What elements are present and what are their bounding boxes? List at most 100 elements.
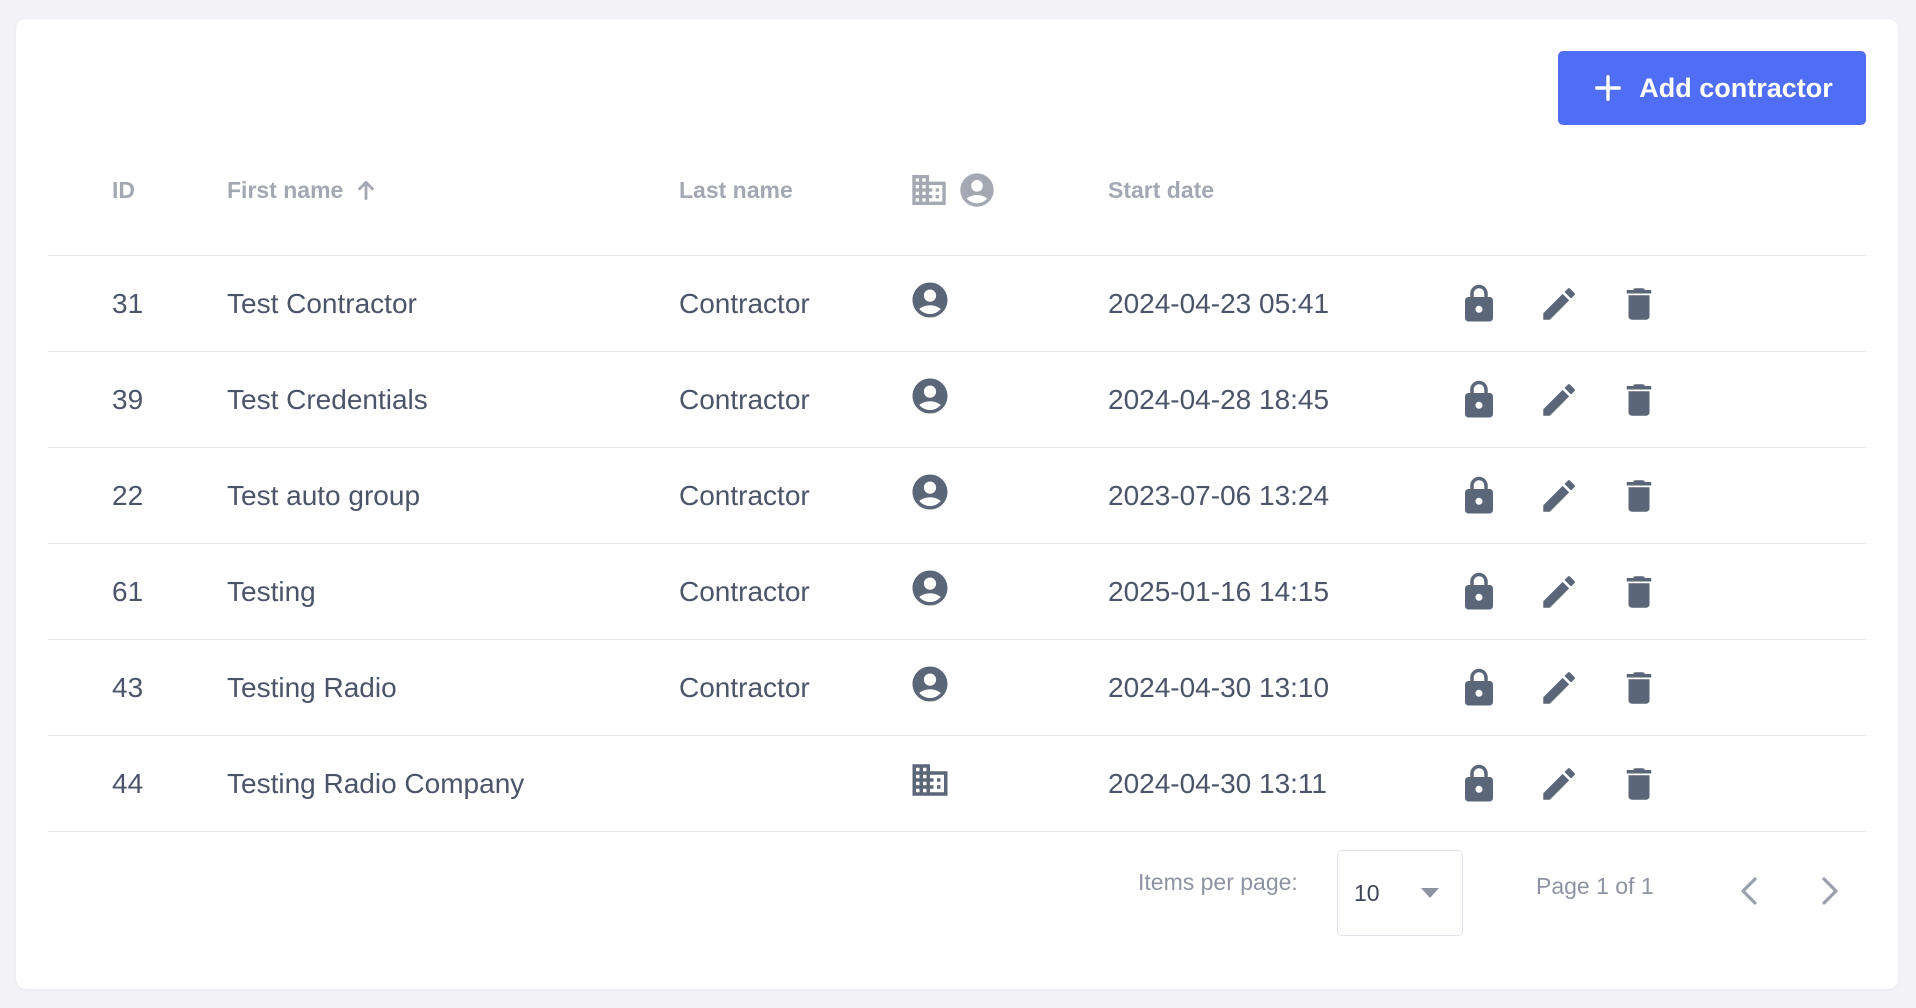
cell-start-date: 2023-07-06 13:24	[1108, 479, 1330, 511]
cell-type	[909, 256, 951, 351]
column-header-first-name[interactable]: First name	[227, 125, 379, 255]
add-contractor-button[interactable]: Add contractor	[1558, 51, 1866, 125]
dropdown-caret-icon	[1421, 888, 1439, 898]
pencil-icon	[1543, 383, 1575, 416]
table-header: ID First name Last name Start date	[48, 125, 1866, 256]
table-body: 31 Test Contractor Contractor 2024-04-23 05…	[48, 256, 1866, 832]
person-icon	[960, 173, 994, 207]
column-header-id[interactable]: ID	[112, 125, 135, 255]
edit-button[interactable]	[1538, 379, 1580, 421]
delete-button[interactable]	[1618, 475, 1660, 517]
items-per-page-select[interactable]: 10	[1337, 850, 1463, 936]
company-icon	[912, 763, 948, 796]
credentials-button[interactable]	[1458, 571, 1500, 613]
contractors-card: Add contractor ID First name Last name S…	[16, 19, 1898, 989]
pencil-icon	[1543, 479, 1575, 512]
pencil-icon	[1543, 287, 1575, 320]
trash-icon	[1626, 575, 1652, 608]
cell-type	[909, 736, 951, 831]
plus-icon	[1595, 74, 1622, 102]
row-actions	[1458, 640, 1660, 735]
items-per-page-value: 10	[1354, 879, 1380, 906]
cell-first-name: Testing	[227, 575, 316, 607]
cell-first-name: Testing Radio Company	[227, 767, 525, 799]
company-icon	[912, 175, 946, 205]
cell-type	[909, 352, 951, 447]
row-actions	[1458, 256, 1660, 351]
cell-last-name: Contractor	[679, 287, 810, 319]
pencil-icon	[1543, 767, 1575, 800]
table-row[interactable]: 61 Testing Contractor 2025-01-16 14:15	[48, 544, 1866, 640]
cell-first-name: Test auto group	[227, 479, 421, 511]
lock-icon	[1465, 764, 1493, 801]
row-actions	[1458, 736, 1660, 831]
credentials-button[interactable]	[1458, 763, 1500, 805]
cell-type	[909, 544, 951, 639]
cell-id: 43	[112, 671, 144, 703]
cell-last-name: Contractor	[679, 383, 810, 415]
delete-button[interactable]	[1618, 571, 1660, 613]
column-header-start-date[interactable]: Start date	[1108, 125, 1214, 255]
table-row[interactable]: 39 Test Credentials Contractor 2024-04-28 1…	[48, 352, 1866, 448]
cell-start-date: 2024-04-30 13:10	[1108, 671, 1330, 703]
column-header-last-name[interactable]: Last name	[679, 125, 793, 255]
items-per-page-label: Items per page:	[1138, 869, 1298, 895]
page-indicator: Page 1 of 1	[1536, 873, 1654, 899]
cell-id: 31	[112, 287, 144, 319]
table-row[interactable]: 44 Testing Radio Company 2024-04-30 13:11	[48, 736, 1866, 832]
pencil-icon	[1543, 575, 1575, 608]
next-page-button[interactable]	[1810, 871, 1850, 911]
cell-id: 22	[112, 479, 144, 511]
cell-type	[909, 448, 951, 543]
previous-page-button[interactable]	[1729, 871, 1769, 911]
cell-last-name: Contractor	[679, 671, 810, 703]
cell-id: 44	[112, 767, 144, 799]
credentials-button[interactable]	[1458, 475, 1500, 517]
pagination: Items per page: 10 Page 1 of 1	[48, 831, 1866, 941]
credentials-button[interactable]	[1458, 379, 1500, 421]
cell-start-date: 2024-04-28 18:45	[1108, 383, 1330, 415]
contractors-table: ID First name Last name Start date 31 Tes…	[48, 125, 1866, 832]
edit-button[interactable]	[1538, 283, 1580, 325]
trash-icon	[1626, 479, 1652, 512]
edit-button[interactable]	[1538, 763, 1580, 805]
trash-icon	[1626, 287, 1652, 320]
row-actions	[1458, 352, 1660, 447]
cell-start-date: 2024-04-30 13:11	[1108, 767, 1327, 799]
lock-icon	[1465, 380, 1493, 417]
sort-ascending-icon	[358, 181, 375, 201]
person-icon	[912, 570, 948, 605]
chevron-right-icon	[1822, 877, 1838, 905]
row-actions	[1458, 448, 1660, 543]
trash-icon	[1626, 767, 1652, 800]
cell-start-date: 2025-01-16 14:15	[1108, 575, 1330, 607]
add-contractor-label: Add contractor	[1639, 72, 1833, 103]
lock-icon	[1465, 572, 1493, 609]
column-header-first-name-label: First name	[227, 176, 344, 203]
table-row[interactable]: 31 Test Contractor Contractor 2024-04-23 05…	[48, 256, 1866, 352]
edit-button[interactable]	[1538, 667, 1580, 709]
edit-button[interactable]	[1538, 571, 1580, 613]
delete-button[interactable]	[1618, 379, 1660, 421]
cell-first-name: Testing Radio	[227, 671, 397, 703]
table-row[interactable]: 22 Test auto group Contractor 2023-07-06 13…	[48, 448, 1866, 544]
trash-icon	[1626, 671, 1652, 704]
delete-button[interactable]	[1618, 763, 1660, 805]
chevron-left-icon	[1741, 877, 1757, 905]
table-row[interactable]: 43 Testing Radio Contractor 2024-04-30 13:1…	[48, 640, 1866, 736]
edit-button[interactable]	[1538, 475, 1580, 517]
person-icon	[912, 282, 948, 317]
cell-last-name: Contractor	[679, 479, 810, 511]
lock-icon	[1465, 476, 1493, 513]
cell-id: 39	[112, 383, 144, 415]
person-icon	[912, 378, 948, 413]
cell-type	[909, 640, 951, 735]
credentials-button[interactable]	[1458, 667, 1500, 709]
delete-button[interactable]	[1618, 283, 1660, 325]
cell-last-name: Contractor	[679, 575, 810, 607]
lock-icon	[1465, 284, 1493, 321]
trash-icon	[1626, 383, 1652, 416]
delete-button[interactable]	[1618, 667, 1660, 709]
credentials-button[interactable]	[1458, 283, 1500, 325]
lock-icon	[1465, 668, 1493, 705]
